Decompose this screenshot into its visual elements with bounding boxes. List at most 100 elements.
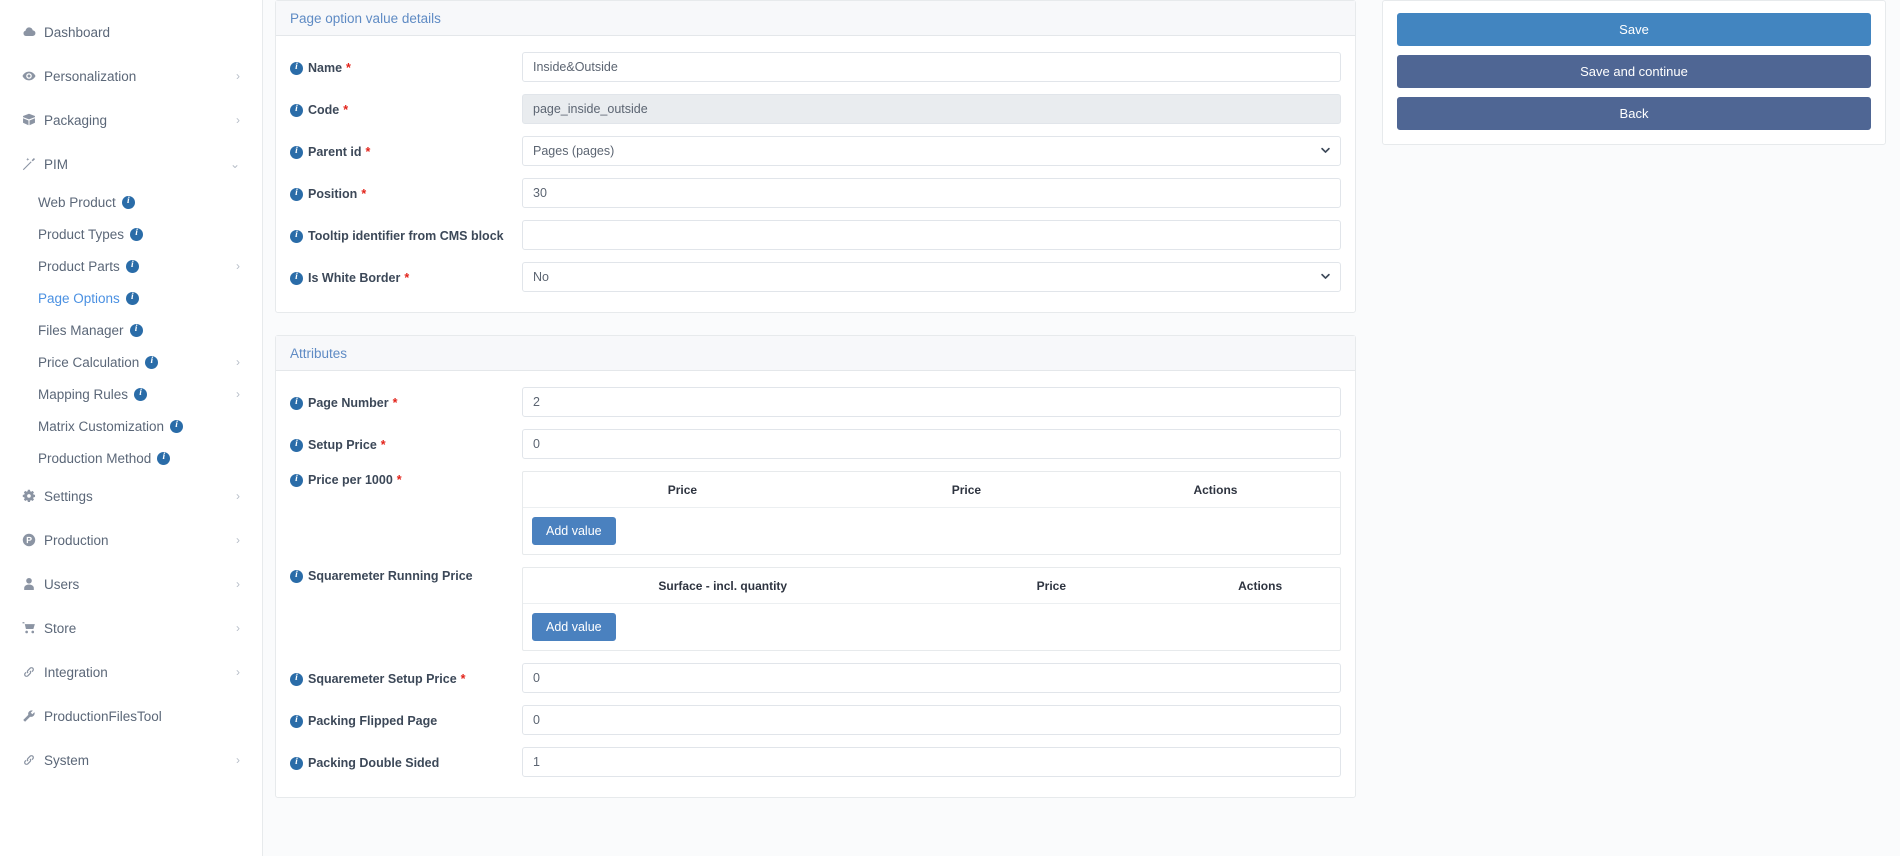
info-icon: i [290,473,303,487]
required-marker: * [361,187,367,201]
sidebar-item-label: PIM [44,156,69,172]
info-icon: i [290,229,303,243]
input-page-number[interactable]: 2 [522,387,1341,417]
sidebar-item-label: Web Product [38,194,116,210]
form-row-squaremeter-setup-price: i Squaremeter Setup Price * 0 [276,657,1355,699]
sidebar-item-label: Production [44,532,109,548]
table-footer: Add value [523,508,1340,554]
form-row-packing-flipped-page: i Packing Flipped Page 0 [276,699,1355,741]
info-icon: i [290,672,303,686]
sidebar-item-mapping-rules[interactable]: Mapping Rules i › [0,378,262,410]
label-text: Price per 1000 [308,473,393,487]
input-packing-double-sided[interactable]: 1 [522,747,1341,777]
main-content: Page option value details i Name * Inside&O… [263,0,1900,856]
input-packing-flipped-page[interactable]: 0 [522,705,1341,735]
sidebar-item-dashboard[interactable]: Dashboard [0,10,262,54]
gears-icon [22,489,44,503]
field-wrap: Price Price Actions Add value [522,471,1341,555]
field-label-code: i Code * [290,101,522,117]
input-squaremeter-setup-price[interactable]: 0 [522,663,1341,693]
form-row-position: i Position * 30 [276,172,1355,214]
sidebar-item-label: Matrix Customization [38,418,165,434]
required-marker: * [365,145,371,159]
sidebar-item-label: Dashboard [44,24,111,40]
sidebar-item-system[interactable]: System › [0,738,262,782]
select-is-white-border[interactable]: No [522,262,1341,292]
sidebar-item-settings[interactable]: Settings › [0,474,262,518]
form-row-squaremeter-running-price: i Squaremeter Running Price Surface - incl… [276,561,1355,657]
info-icon: i [290,271,303,285]
sidebar-item-users[interactable]: Users › [0,562,262,606]
sidebar-item-production-method[interactable]: Production Method i [0,442,262,474]
required-marker: * [346,61,351,75]
sidebar-item-store[interactable]: Store › [0,606,262,650]
chevron-right-icon: › [236,489,240,503]
sidebar-item-product-types[interactable]: Product Types i [0,218,262,250]
sidebar-item-label: System [44,752,90,768]
add-value-button[interactable]: Add value [532,613,616,641]
column-header-surface-incl-quantity-0: Surface - incl. quantity [658,578,788,593]
label-text: Squaremeter Running Price [308,569,473,583]
info-icon: i [125,259,139,273]
select-parent-id[interactable]: Pages (pages) [522,136,1341,166]
sidebar-item-price-calculation[interactable]: Price Calculation i › [0,346,262,378]
field-wrap: No [522,262,1341,292]
sidebar-item-matrix-customization[interactable]: Matrix Customization i [0,410,262,442]
sidebar-item-packaging[interactable]: Packaging › [0,98,262,142]
field-label-packing-flipped-page: i Packing Flipped Page [290,712,522,728]
input-setup-price[interactable]: 0 [522,429,1341,459]
form-row-parent-id: i Parent id * Pages (pages) [276,130,1355,172]
input-position[interactable]: 30 [522,178,1341,208]
sidebar-item-personalization[interactable]: Personalization › [0,54,262,98]
chevron-right-icon: › [236,113,240,127]
sidebar-item-productionfilestool[interactable]: ProductionFilesTool [0,694,262,738]
circle-p-icon [22,533,44,547]
label-text: Code [308,103,340,117]
sidebar-item-label: Production Method [38,450,152,466]
label-text: Page Number [308,396,389,410]
info-icon: i [145,355,159,369]
sidebar-item-page-options[interactable]: Page Options i [0,282,262,314]
link-icon [22,665,44,679]
add-value-button[interactable]: Add value [532,517,616,545]
info-icon: i [134,387,148,401]
sidebar-item-product-parts[interactable]: Product Parts i › [0,250,262,282]
label-text: Is White Border [308,271,401,285]
form-row-page-number: i Page Number * 2 [276,381,1355,423]
save-and-continue-button[interactable]: Save and continue [1397,55,1871,88]
info-icon: i [130,227,144,241]
required-marker: * [396,473,402,487]
sidebar-item-files-manager[interactable]: Files Manager i [0,314,262,346]
chevron-right-icon: › [236,387,240,401]
input-code[interactable]: page_inside_outside [522,94,1341,124]
info-icon: i [290,61,303,75]
info-icon: i [157,451,171,465]
app-root: Dashboard Personalization › Packaging › PIM ⌄ W… [0,0,1900,856]
user-icon [22,577,44,591]
sidebar-item-label: Mapping Rules [38,386,129,402]
attributes-card: Attributes i Page Number * 2 i Setup Price * 0 i… [275,335,1356,798]
save-button[interactable]: Save [1397,13,1871,46]
field-label-price-per-1000: i Price per 1000 * [290,471,522,487]
label-text: Squaremeter Setup Price [308,672,457,686]
sidebar-item-pim[interactable]: PIM ⌄ [0,142,262,186]
sidebar-item-web-product[interactable]: Web Product i [0,186,262,218]
input-tooltip-identifier-from-cms-block[interactable] [522,220,1341,250]
input-name[interactable]: Inside&Outside [522,52,1341,82]
required-marker: * [392,396,398,410]
field-wrap: 0 [522,663,1341,693]
sidebar-item-production[interactable]: Production › [0,518,262,562]
field-wrap: page_inside_outside [522,94,1341,124]
column-header-price-1: Price [951,482,982,497]
chevron-right-icon: › [236,69,240,83]
info-icon: i [121,195,135,209]
sidebar-item-label: Integration [44,664,108,680]
table-header-row: Surface - incl. quantity Price Actions [523,568,1340,604]
info-icon: i [125,291,139,305]
sidebar-item-integration[interactable]: Integration › [0,650,262,694]
table-header-row: Price Price Actions [523,472,1340,508]
info-icon: i [290,438,303,452]
field-wrap [522,220,1341,250]
back-button[interactable]: Back [1397,97,1871,130]
chevron-right-icon: › [236,533,240,547]
